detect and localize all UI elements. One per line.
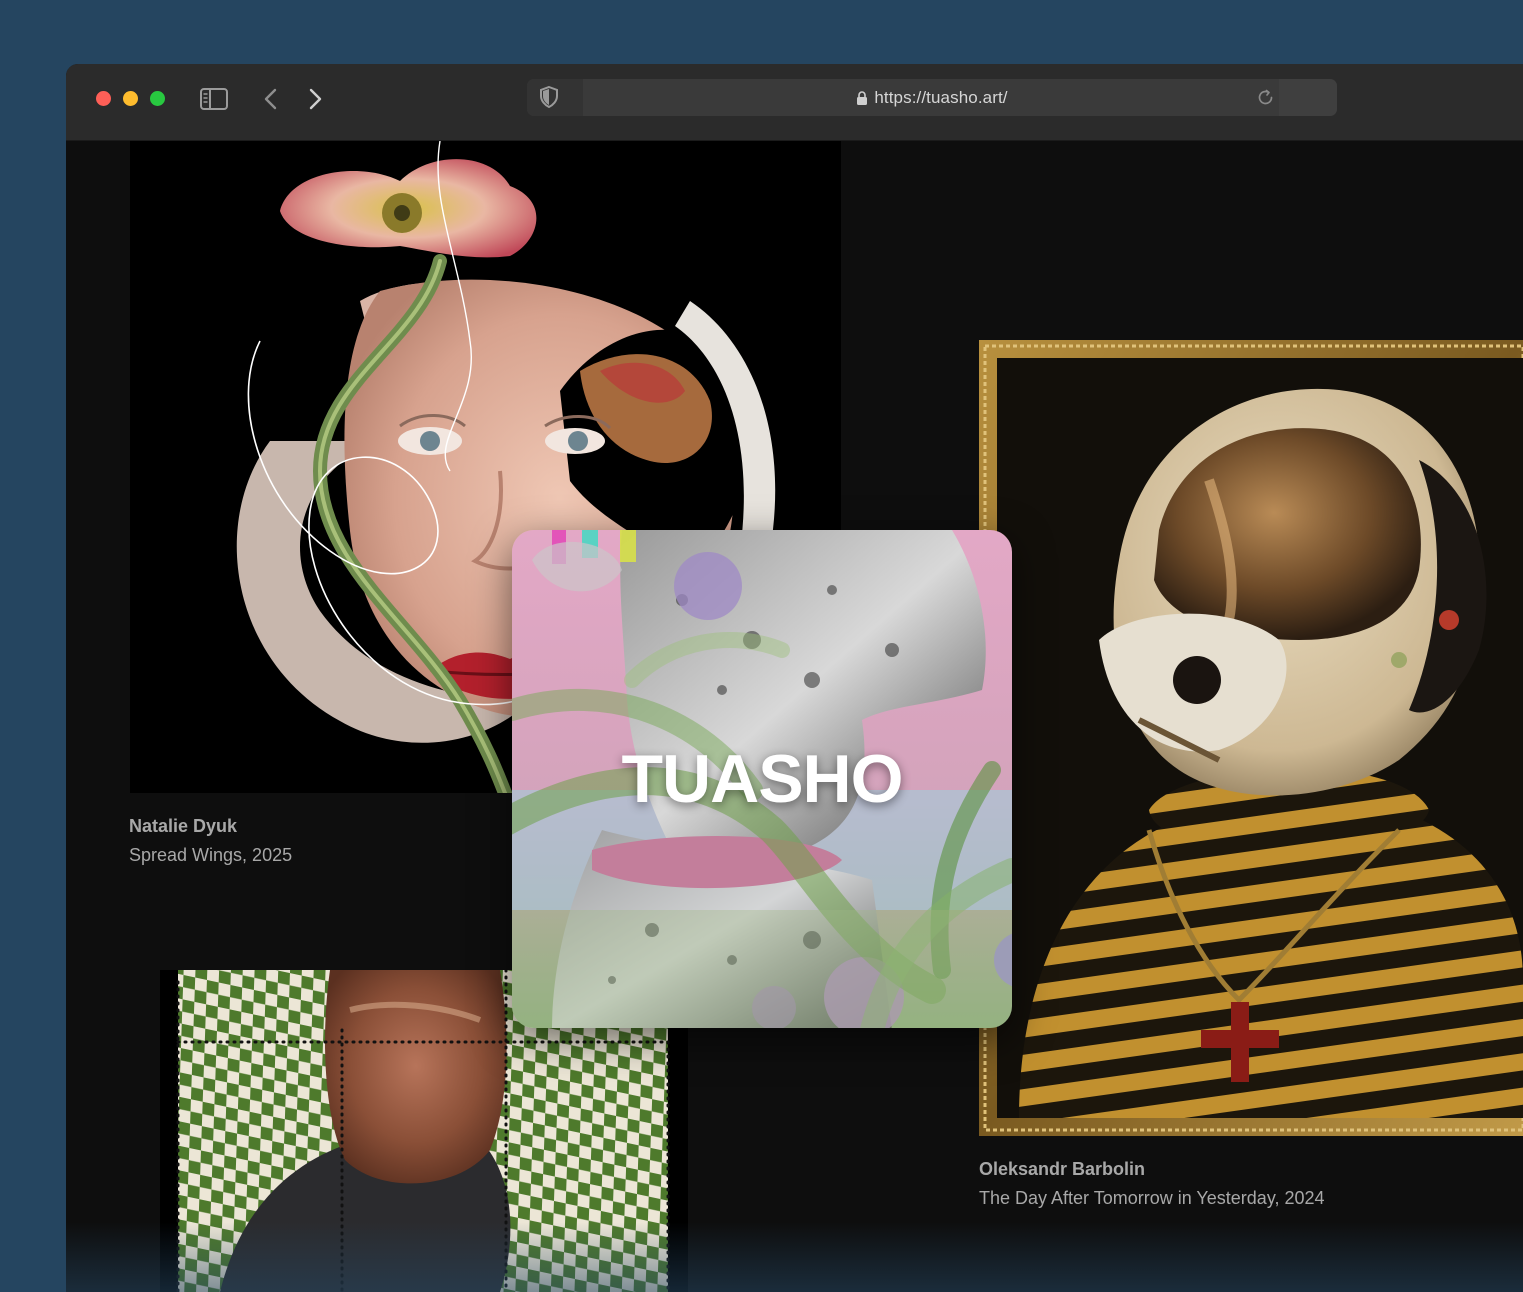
reload-cell [1279, 79, 1337, 116]
artwork-image-day-after-tomorrow[interactable] [979, 340, 1523, 1136]
lock-icon [857, 90, 868, 105]
artwork-title[interactable]: Spread Wings, 2025 [129, 841, 292, 870]
url-text[interactable]: https://tuasho.art/ [874, 88, 1007, 108]
sidebar-icon[interactable] [199, 84, 229, 114]
artwork-caption-2: Oleksandr Barbolin The Day After Tomorro… [979, 1155, 1325, 1213]
minimize-window-button[interactable] [123, 91, 138, 106]
browser-window: https://tuasho.art/ Natalie Dyuk Spread … [66, 64, 1523, 1292]
artwork-caption-1: Natalie Dyuk Spread Wings, 2025 [129, 812, 292, 870]
site-logo-card[interactable]: TUASHO [512, 530, 1012, 1028]
browser-toolbar: https://tuasho.art/ [66, 64, 1523, 141]
chevron-right-icon[interactable] [300, 84, 330, 114]
artist-name[interactable]: Natalie Dyuk [129, 812, 292, 841]
artist-name[interactable]: Oleksandr Barbolin [979, 1155, 1325, 1184]
site-logo-text[interactable]: TUASHO [512, 740, 1012, 818]
artwork-title[interactable]: The Day After Tomorrow in Yesterday, 202… [979, 1184, 1325, 1213]
reload-icon[interactable] [1256, 88, 1275, 107]
close-window-button[interactable] [96, 91, 111, 106]
chevron-left-icon[interactable] [256, 84, 286, 114]
address-bar[interactable]: https://tuasho.art/ [527, 79, 1337, 116]
zoom-window-button[interactable] [150, 91, 165, 106]
